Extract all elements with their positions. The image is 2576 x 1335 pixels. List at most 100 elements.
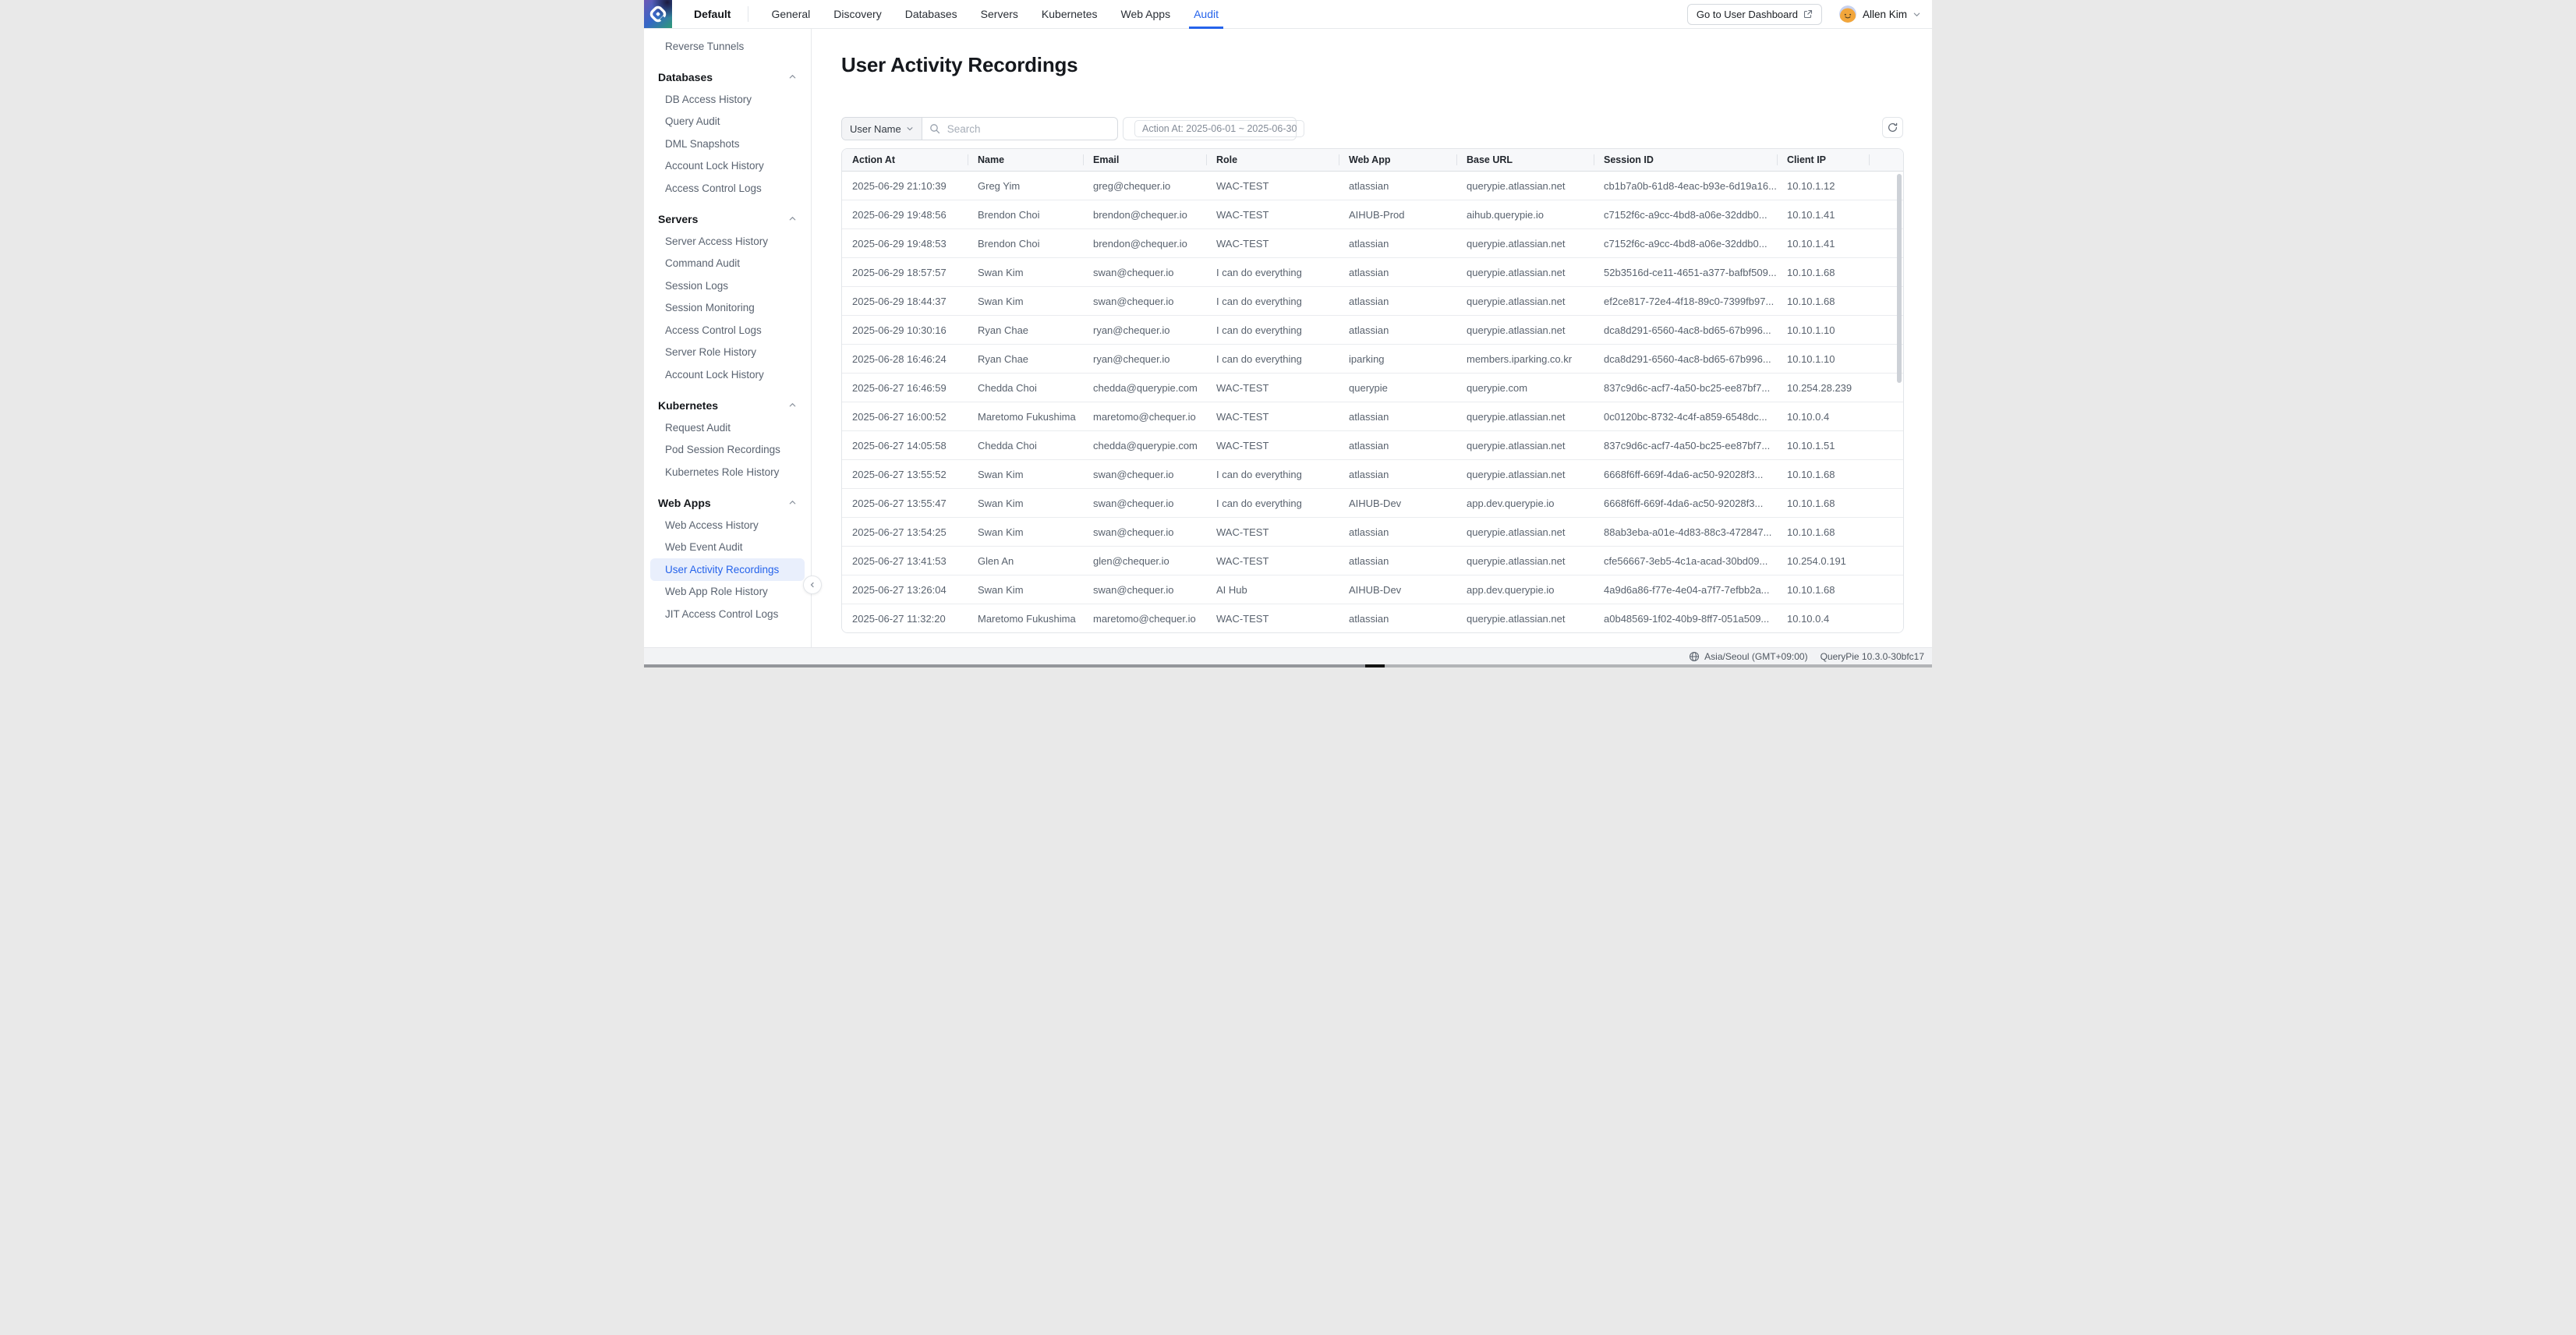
user-name-label[interactable]: Allen Kim xyxy=(1863,9,1907,20)
cell-session-id: dca8d291-6560-4ac8-bd65-67b996... xyxy=(1594,316,1777,344)
cell-action-at: 2025-06-29 19:48:53 xyxy=(842,229,968,257)
cell-email: maretomo@chequer.io xyxy=(1083,604,1206,632)
sidebar-item-pod-session-recordings[interactable]: Pod Session Recordings xyxy=(650,439,805,462)
sidebar-item-kubernetes-role-history[interactable]: Kubernetes Role History xyxy=(650,461,805,483)
tab-web-apps[interactable]: Web Apps xyxy=(1109,0,1183,28)
cell-client-ip: 10.10.1.51 xyxy=(1777,431,1869,459)
tab-general[interactable]: General xyxy=(759,0,822,28)
table-row[interactable]: 2025-06-27 14:05:58Chedda Choichedda@que… xyxy=(842,431,1903,460)
vertical-scrollbar[interactable] xyxy=(1897,174,1902,383)
sidebar-item-access-control-logs[interactable]: Access Control Logs xyxy=(650,177,805,200)
cell-email: brendon@chequer.io xyxy=(1083,200,1206,228)
table-row[interactable]: 2025-06-27 11:32:20Maretomo Fukushimamar… xyxy=(842,604,1903,632)
table-row[interactable]: 2025-06-27 13:26:04Swan Kimswan@chequer.… xyxy=(842,575,1903,604)
sidebar-item-server-access-history[interactable]: Server Access History xyxy=(650,230,805,253)
sidebar-section-web-apps[interactable]: Web Apps xyxy=(650,492,805,515)
user-avatar[interactable] xyxy=(1839,5,1856,23)
cell-session-id: 837c9d6c-acf7-4a50-bc25-ee87bf7... xyxy=(1594,374,1777,402)
sidebar-section-databases[interactable]: Databases xyxy=(650,66,805,89)
sidebar-item-web-access-history[interactable]: Web Access History xyxy=(650,514,805,536)
sidebar-item-reverse-tunnels[interactable]: Reverse Tunnels xyxy=(650,35,805,58)
cell-email: swan@chequer.io xyxy=(1083,575,1206,604)
table-row[interactable]: 2025-06-29 10:30:16Ryan Chaeryan@chequer… xyxy=(842,316,1903,345)
refresh-button[interactable] xyxy=(1882,117,1903,138)
cell-web-app: atlassian xyxy=(1339,518,1456,546)
cell-name: Greg Yim xyxy=(968,172,1083,200)
cell-name: Maretomo Fukushima xyxy=(968,604,1083,632)
search-input[interactable] xyxy=(946,122,1110,136)
column-header-session-id[interactable]: Session ID xyxy=(1594,149,1777,171)
search-field-selector[interactable]: User Name xyxy=(842,118,922,140)
table-row[interactable]: 2025-06-27 16:00:52Maretomo Fukushimamar… xyxy=(842,402,1903,431)
tab-audit[interactable]: Audit xyxy=(1182,0,1230,28)
tab-kubernetes[interactable]: Kubernetes xyxy=(1030,0,1109,28)
chevron-down-icon[interactable] xyxy=(1913,10,1921,19)
sidebar-item-jit-access-control-logs[interactable]: JIT Access Control Logs xyxy=(650,603,805,625)
sidebar-item-server-role-history[interactable]: Server Role History xyxy=(650,342,805,364)
cell-session-id: 6668f6ff-669f-4da6-ac50-92028f3... xyxy=(1594,460,1777,488)
filter-group[interactable]: Action At: 2025-06-01 ~ 2025-06-30 xyxy=(1123,117,1297,140)
sidebar-item-account-lock-history[interactable]: Account Lock History xyxy=(650,363,805,386)
sidebar-item-session-monitoring[interactable]: Session Monitoring xyxy=(650,297,805,320)
sidebar-item-account-lock-history[interactable]: Account Lock History xyxy=(650,155,805,178)
sidebar-item-db-access-history[interactable]: DB Access History xyxy=(650,88,805,111)
cell-base-url: querypie.atlassian.net xyxy=(1456,258,1594,286)
cell-session-id: cfe56667-3eb5-4c1a-acad-30bd09... xyxy=(1594,547,1777,575)
cell-web-app: atlassian xyxy=(1339,402,1456,430)
cell-name: Swan Kim xyxy=(968,518,1083,546)
go-to-user-dashboard-button[interactable]: Go to User Dashboard xyxy=(1687,4,1822,25)
sidebar-item-access-control-logs[interactable]: Access Control Logs xyxy=(650,319,805,342)
sidebar-item-web-event-audit[interactable]: Web Event Audit xyxy=(650,536,805,559)
sidebar-section-kubernetes[interactable]: Kubernetes xyxy=(650,395,805,417)
cell-action-at: 2025-06-29 10:30:16 xyxy=(842,316,968,344)
column-header-name[interactable]: Name xyxy=(968,149,1083,171)
tab-servers[interactable]: Servers xyxy=(969,0,1030,28)
cell-action-at: 2025-06-27 13:55:52 xyxy=(842,460,968,488)
table-row[interactable]: 2025-06-27 13:54:25Swan Kimswan@chequer.… xyxy=(842,518,1903,547)
cell-session-id: 4a9d6a86-f77e-4e04-a7f7-7efbb2a... xyxy=(1594,575,1777,604)
table-row[interactable]: 2025-06-29 19:48:53Brendon Choibrendon@c… xyxy=(842,229,1903,258)
sidebar-item-query-audit[interactable]: Query Audit xyxy=(650,111,805,133)
table-header-row: Action AtNameEmailRoleWeb AppBase URLSes… xyxy=(842,149,1903,172)
tab-databases[interactable]: Databases xyxy=(893,0,969,28)
workspace-selector[interactable]: Default xyxy=(694,8,731,20)
sidebar-item-session-logs[interactable]: Session Logs xyxy=(650,274,805,297)
sidebar-item-dml-snapshots[interactable]: DML Snapshots xyxy=(650,133,805,155)
column-header-base-url[interactable]: Base URL xyxy=(1456,149,1594,171)
sidebar-item-request-audit[interactable]: Request Audit xyxy=(650,416,805,439)
sidebar-item-command-audit[interactable]: Command Audit xyxy=(650,253,805,275)
column-header-role[interactable]: Role xyxy=(1206,149,1339,171)
table-row[interactable]: 2025-06-27 13:41:53Glen Anglen@chequer.i… xyxy=(842,547,1903,575)
cell-role: I can do everything xyxy=(1206,287,1339,315)
cell-action-at: 2025-06-27 16:46:59 xyxy=(842,374,968,402)
table-row[interactable]: 2025-06-29 18:57:57Swan Kimswan@chequer.… xyxy=(842,258,1903,287)
table-row[interactable]: 2025-06-29 18:44:37Swan Kimswan@chequer.… xyxy=(842,287,1903,316)
cell-name: Swan Kim xyxy=(968,460,1083,488)
column-header-client-ip[interactable]: Client IP xyxy=(1777,149,1869,171)
table-row[interactable]: 2025-06-28 16:46:24Ryan Chaeryan@chequer… xyxy=(842,345,1903,374)
cell-session-id: 0c0120bc-8732-4c4f-a859-6548dc... xyxy=(1594,402,1777,430)
cell-email: chedda@querypie.com xyxy=(1083,374,1206,402)
navbar-right: Go to User Dashboard Allen Kim xyxy=(1687,4,1932,25)
sidebar-item-web-app-role-history[interactable]: Web App Role History xyxy=(650,581,805,604)
table-row[interactable]: 2025-06-27 16:46:59Chedda Choichedda@que… xyxy=(842,374,1903,402)
table-row[interactable]: 2025-06-29 21:10:39Greg Yimgreg@chequer.… xyxy=(842,172,1903,200)
sidebar-item-user-activity-recordings[interactable]: User Activity Recordings xyxy=(650,558,805,581)
table-row[interactable]: 2025-06-27 13:55:52Swan Kimswan@chequer.… xyxy=(842,460,1903,489)
column-header-email[interactable]: Email xyxy=(1083,149,1206,171)
cell-base-url: querypie.atlassian.net xyxy=(1456,431,1594,459)
column-header-action-at[interactable]: Action At xyxy=(842,149,968,171)
column-header-blank[interactable] xyxy=(1869,149,1904,171)
table-row[interactable]: 2025-06-27 13:55:47Swan Kimswan@chequer.… xyxy=(842,489,1903,518)
table-row[interactable]: 2025-06-29 19:48:56Brendon Choibrendon@c… xyxy=(842,200,1903,229)
cell-name: Chedda Choi xyxy=(968,374,1083,402)
search-box xyxy=(922,118,1117,140)
date-filter-chip[interactable]: Action At: 2025-06-01 ~ 2025-06-30 xyxy=(1134,120,1304,137)
sidebar-section-servers[interactable]: Servers xyxy=(650,208,805,231)
sidebar-collapse-button[interactable] xyxy=(803,575,822,594)
tab-discovery[interactable]: Discovery xyxy=(822,0,893,28)
cell-role: WAC-TEST xyxy=(1206,547,1339,575)
cell-client-ip: 10.10.1.10 xyxy=(1777,316,1869,344)
cell-blank xyxy=(1869,431,1904,459)
column-header-web-app[interactable]: Web App xyxy=(1339,149,1456,171)
